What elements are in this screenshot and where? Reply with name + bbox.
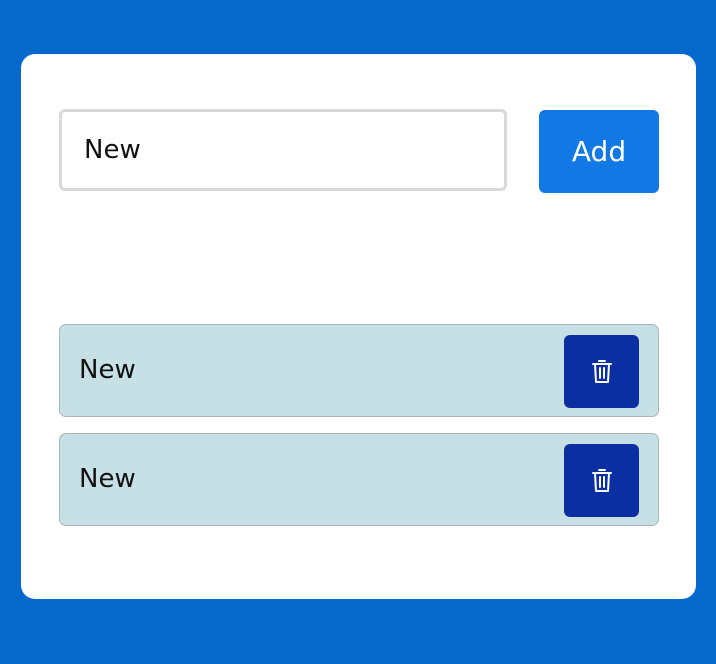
task-text: New [79, 464, 136, 494]
task-item: New [59, 324, 659, 417]
task-text: New [79, 355, 136, 385]
todo-card: Add New New [21, 54, 696, 599]
trash-icon [591, 359, 612, 383]
delete-button[interactable] [564, 444, 639, 517]
task-input[interactable] [59, 109, 507, 191]
trash-icon [591, 468, 612, 492]
add-button[interactable]: Add [539, 110, 659, 193]
task-list: New New [59, 324, 659, 542]
delete-button[interactable] [564, 335, 639, 408]
task-item: New [59, 433, 659, 526]
